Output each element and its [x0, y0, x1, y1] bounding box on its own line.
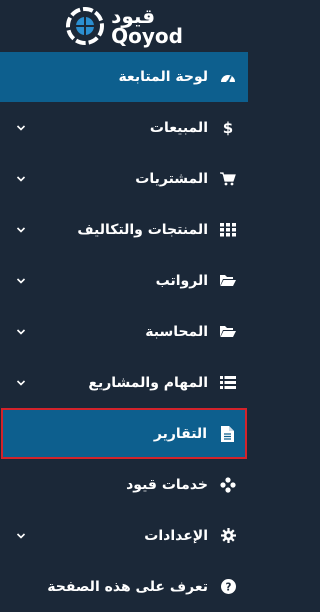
brand-logo[interactable]: قيود Qoyod	[0, 0, 248, 52]
sidebar-item-page-help[interactable]: ? تعرف على هذه الصفحة	[0, 561, 248, 612]
sidebar-item-qoyod-services[interactable]: خدمات قيود	[0, 459, 248, 510]
sidebar-item-label: الإعدادات	[144, 527, 208, 544]
chevron-down-icon	[16, 175, 26, 182]
chevron-down-icon	[16, 277, 26, 284]
sidebar-item-sales[interactable]: $ المبيعات	[0, 102, 248, 153]
brand-name-ar: قيود	[111, 4, 156, 28]
gear-icon	[220, 528, 236, 544]
sidebar-item-label: المبيعات	[149, 119, 208, 136]
qoyod-logo-icon	[66, 7, 105, 45]
grid-icon	[220, 222, 236, 238]
svg-text:?: ?	[225, 581, 231, 593]
chevron-down-icon	[16, 328, 26, 335]
chevron-down-icon	[16, 226, 26, 233]
sidebar-item-settings[interactable]: الإعدادات	[0, 510, 248, 561]
sidebar-item-label: تعرف على هذه الصفحة	[47, 578, 208, 595]
dashboard-gauge-icon	[220, 69, 236, 85]
file-text-icon	[219, 425, 235, 442]
sidebar-item-label: الرواتب	[155, 272, 208, 289]
sidebar-item-reports[interactable]: التقارير	[1, 408, 247, 459]
sidebar-menu: لوحة المتابعة $ المبيعات المشتريات المنت…	[0, 52, 248, 612]
sidebar-item-label: المحاسبة	[145, 323, 208, 340]
list-icon	[220, 375, 236, 391]
sidebar-item-label: خدمات قيود	[126, 476, 208, 493]
dollar-icon: $	[222, 118, 234, 137]
folder-open-icon	[220, 273, 236, 289]
sidebar-item-accounting[interactable]: المحاسبة	[0, 306, 248, 357]
sidebar-item-tasks-projects[interactable]: المهام والمشاريع	[0, 357, 248, 408]
sidebar-item-label: المهام والمشاريع	[88, 374, 208, 391]
sidebar-item-products-costs[interactable]: المنتجات والتكاليف	[0, 204, 248, 255]
sidebar-item-purchases[interactable]: المشتريات	[0, 153, 248, 204]
services-cubes-icon	[220, 476, 236, 493]
shopping-cart-icon	[220, 171, 236, 187]
sidebar-item-dashboard[interactable]: لوحة المتابعة	[0, 52, 248, 102]
chevron-down-icon	[16, 124, 26, 131]
folder-open-icon	[220, 324, 236, 340]
chevron-down-icon	[16, 532, 26, 539]
sidebar-item-label: المنتجات والتكاليف	[77, 221, 208, 238]
brand-name-en: Qoyod	[111, 24, 183, 48]
question-circle-icon: ?	[220, 579, 236, 595]
sidebar-item-label: المشتريات	[135, 170, 208, 187]
sidebar-item-payroll[interactable]: الرواتب	[0, 255, 248, 306]
sidebar-item-label: لوحة المتابعة	[118, 69, 208, 85]
sidebar-item-label: التقارير	[153, 425, 207, 442]
chevron-down-icon	[16, 379, 26, 386]
